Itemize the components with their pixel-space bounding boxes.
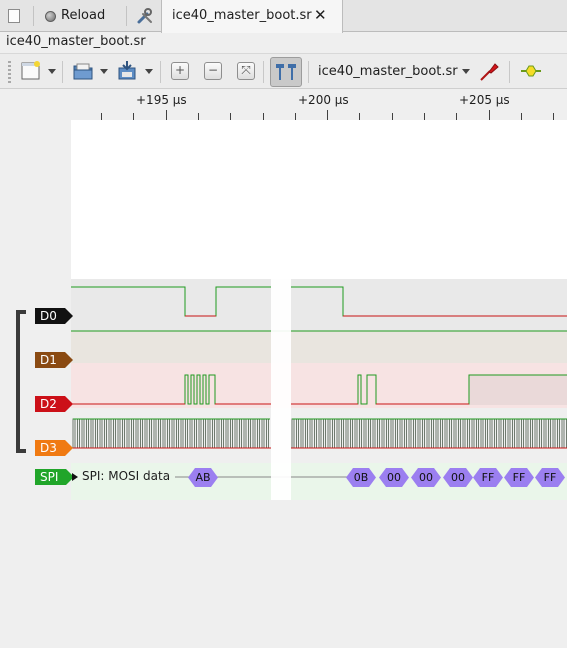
d1-row-bg xyxy=(71,331,567,363)
decoder-label-spi[interactable]: SPI xyxy=(35,469,75,485)
expand-arrow-icon[interactable] xyxy=(72,473,78,481)
waveform-canvas xyxy=(71,279,567,500)
decoder-row-label: SPI: MOSI data xyxy=(82,469,171,483)
channel-label-d0[interactable]: D0 xyxy=(35,308,73,324)
channel-label-d2[interactable]: D2 xyxy=(35,396,73,412)
channel-group-bracket[interactable] xyxy=(16,310,26,453)
d2-high-region xyxy=(469,375,567,405)
channel-label-d3[interactable]: D3 xyxy=(35,440,73,456)
channel-label-d1[interactable]: D1 xyxy=(35,352,73,368)
segment-gap xyxy=(271,279,291,500)
